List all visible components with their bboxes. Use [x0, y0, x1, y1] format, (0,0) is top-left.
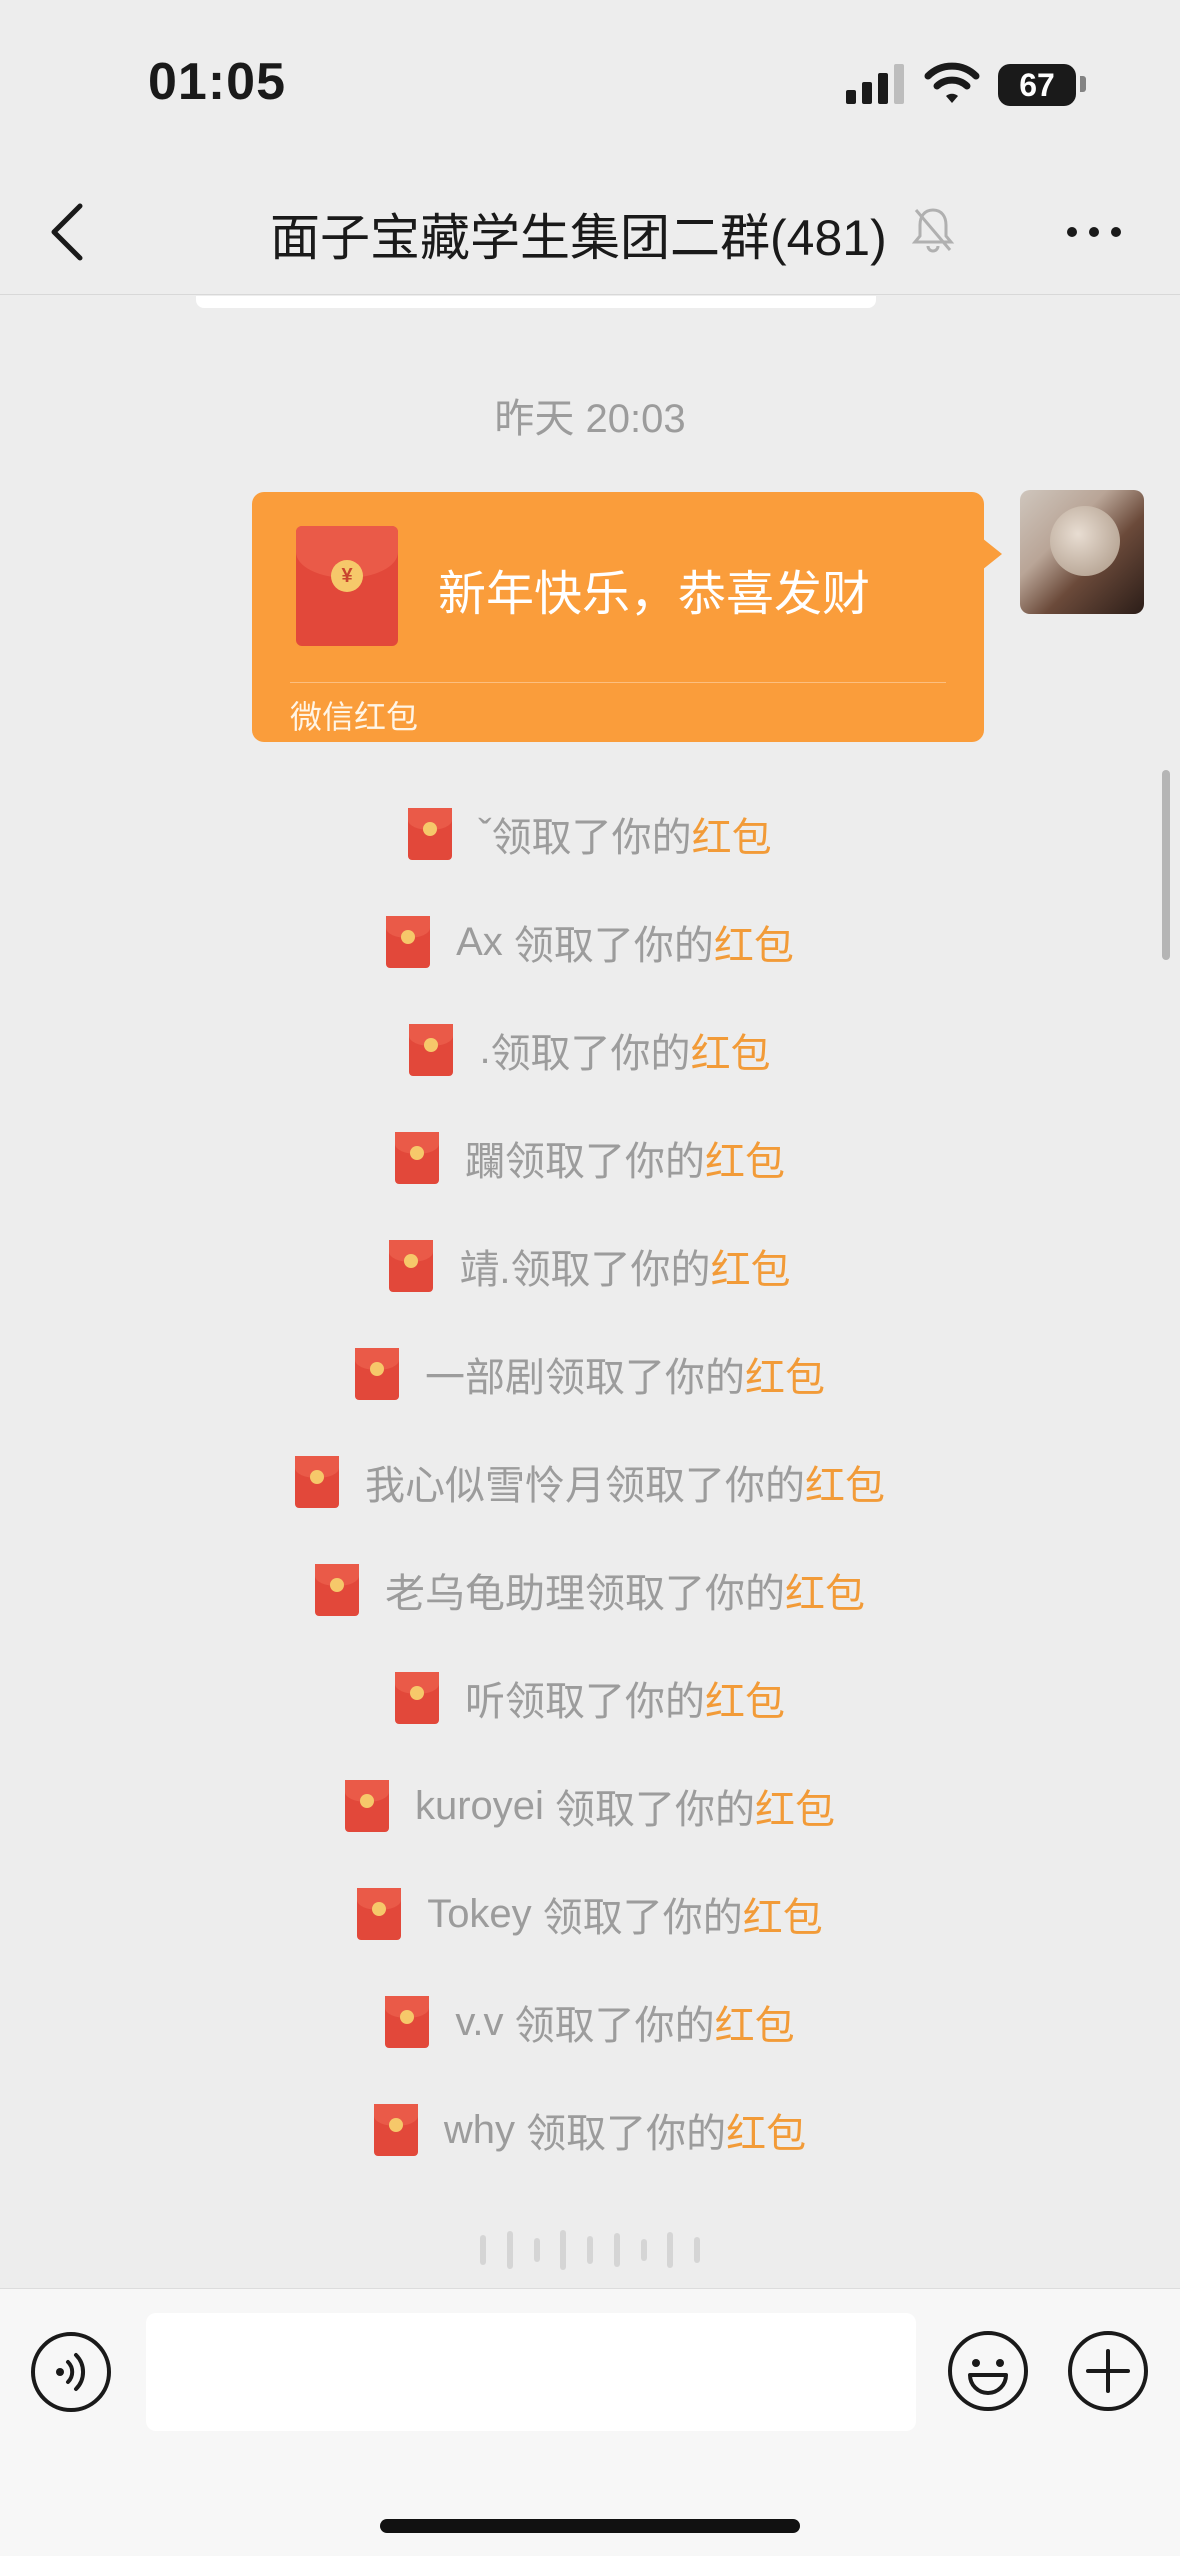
- chat-timestamp: 昨天 20:03: [494, 397, 686, 441]
- claim-text: 领取了你的: [605, 1464, 805, 1508]
- claim-notice: 我心似雪怜月 领取了你的 红包: [0, 1428, 1180, 1536]
- claim-notice: why 领取了你的 红包: [0, 2076, 1180, 2184]
- red-envelope-link[interactable]: 红包: [705, 1129, 785, 1187]
- claimer-name: .: [479, 1027, 491, 1072]
- red-envelope-link[interactable]: 红包: [692, 805, 772, 863]
- claim-text: 领取了你的: [490, 1032, 691, 1076]
- bell-muted-icon: [911, 208, 955, 253]
- red-envelope-link[interactable]: 红包: [743, 1885, 823, 1943]
- avatar-photo: [1050, 506, 1120, 576]
- claimer-name: 躝: [465, 1140, 505, 1184]
- red-envelope-icon: [408, 808, 453, 860]
- red-envelope-icon: [355, 1348, 399, 1400]
- status-time: 01:05: [148, 53, 286, 111]
- message-input[interactable]: [146, 2313, 916, 2431]
- claimer-name: v.v: [455, 1999, 515, 2044]
- envelope-label: 微信红包: [290, 699, 419, 735]
- claimer-name: 老乌龟助理: [385, 1572, 585, 1616]
- plus-icon[interactable]: [1066, 2329, 1150, 2413]
- claim-notice: 躝领取了你的 红包: [0, 1104, 1180, 1212]
- red-envelope-icon: [373, 2104, 418, 2156]
- claim-notice: 听领取了你的 红包: [0, 1644, 1180, 1752]
- wifi-icon: [924, 62, 980, 103]
- claimer-name: Ax: [456, 919, 514, 964]
- claim-notice: kuroyei 领取了你的 红包: [0, 1752, 1180, 1860]
- claim-list: ˇ 领取了你的 红包 Ax 领取了你的 红包. 领取了你的 红包躝领取了你的 红包 靖. 领取了你…: [0, 780, 1180, 2184]
- chevron-left-icon[interactable]: [44, 198, 92, 266]
- claimer-name: ˇ: [478, 811, 492, 856]
- avatar[interactable]: [1020, 490, 1144, 614]
- red-envelope-icon: [357, 1888, 402, 1940]
- claim-notice: Tokey 领取了你的 红包: [0, 1860, 1180, 1968]
- red-envelope-icon: [395, 1672, 439, 1724]
- red-envelope-icon: [385, 1996, 430, 2048]
- claimer-name: 听: [465, 1680, 505, 1724]
- claimer-name: why: [443, 2107, 527, 2152]
- red-envelope-link[interactable]: 红包: [714, 913, 794, 971]
- claim-text: 领取了你的: [514, 2004, 715, 2048]
- claim-text: 领取了你的: [542, 1896, 743, 1940]
- red-envelope-icon: ¥: [296, 526, 398, 646]
- red-envelope-link[interactable]: 红包: [711, 1237, 791, 1295]
- red-envelope-link[interactable]: 红包: [755, 1777, 835, 1835]
- claim-text: 领取了你的: [585, 1572, 785, 1616]
- envelope-greeting: 新年快乐，恭喜发财: [438, 568, 871, 621]
- red-envelope-icon: [395, 1132, 439, 1184]
- chat-title[interactable]: 面子宝藏学生集团二群(481): [270, 198, 887, 270]
- claim-text: 领取了你的: [526, 2112, 727, 2156]
- claim-text: 领取了你的: [505, 1140, 705, 1184]
- red-envelope-link[interactable]: 红包: [715, 1993, 795, 2051]
- claim-text: 领取了你的: [510, 1248, 711, 1292]
- claim-text: 领取了你的: [513, 924, 714, 968]
- red-envelope-link[interactable]: 红包: [805, 1453, 885, 1511]
- claimer-name: Tokey: [427, 1891, 543, 1936]
- red-envelope-icon: [295, 1456, 339, 1508]
- claimer-name: kuroyei: [414, 1783, 556, 1828]
- red-envelope-link[interactable]: 红包: [745, 1345, 825, 1403]
- battery-tip: [1080, 76, 1086, 92]
- red-envelope-icon: [344, 1780, 389, 1832]
- claim-notice: v.v 领取了你的 红包: [0, 1968, 1180, 2076]
- claim-notice: 老乌龟助理 领取了你的 红包: [0, 1536, 1180, 1644]
- claimer-name: 靖.: [459, 1248, 511, 1292]
- emoji-icon[interactable]: [946, 2329, 1030, 2413]
- home-indicator: [380, 2519, 800, 2533]
- red-envelope-icon: [409, 1024, 454, 1076]
- battery-level: 67: [1019, 66, 1055, 103]
- nav-bar: 面子宝藏学生集团二群(481): [0, 170, 1180, 295]
- coin-icon: ¥: [331, 560, 363, 592]
- claim-text: 领取了你的: [555, 1788, 756, 1832]
- red-envelope-icon: [386, 916, 431, 968]
- claim-text: 领取了你的: [491, 816, 692, 860]
- voice-input-icon[interactable]: [30, 2331, 112, 2413]
- claim-text: 领取了你的: [545, 1356, 745, 1400]
- battery-icon: 67: [998, 64, 1076, 106]
- claim-notice: ˇ 领取了你的 红包: [0, 780, 1180, 888]
- status-bar: 01:05 67: [0, 0, 1180, 170]
- claimer-name: 我心似雪怜月: [365, 1464, 605, 1508]
- claim-notice: 一部剧 领取了你的 红包: [0, 1320, 1180, 1428]
- red-envelope-icon: [389, 1240, 434, 1292]
- claim-notice: Ax 领取了你的 红包: [0, 888, 1180, 996]
- red-envelope-link[interactable]: 红包: [785, 1561, 865, 1619]
- red-envelope-link[interactable]: 红包: [691, 1021, 771, 1079]
- claim-notice: . 领取了你的 红包: [0, 996, 1180, 1104]
- signal-icon: [846, 64, 904, 104]
- red-envelope-message[interactable]: ¥ 新年快乐，恭喜发财 微信红包: [252, 492, 1002, 742]
- previous-message-edge: [196, 296, 876, 308]
- claimer-name: 一部剧: [425, 1356, 545, 1400]
- claim-notice: 靖. 领取了你的 红包: [0, 1212, 1180, 1320]
- input-bar: [0, 2288, 1180, 2556]
- red-envelope-link[interactable]: 红包: [726, 2101, 806, 2159]
- voice-wave: [480, 2228, 700, 2272]
- claim-text: 领取了你的: [505, 1680, 705, 1724]
- red-envelope-icon: [315, 1564, 359, 1616]
- envelope-divider: [290, 682, 946, 683]
- red-envelope-link[interactable]: 红包: [705, 1669, 785, 1727]
- more-dots-icon[interactable]: [1064, 222, 1124, 242]
